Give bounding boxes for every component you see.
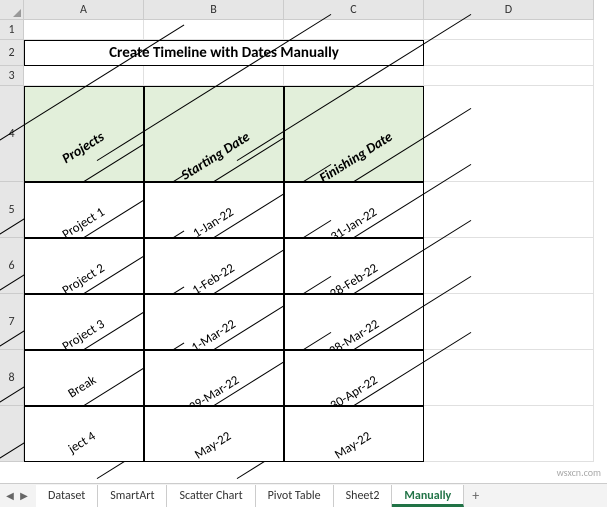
row-header-3[interactable]: 3	[0, 66, 24, 86]
cell-c8[interactable]: 29-Mar-22	[144, 350, 284, 406]
header-starting-date[interactable]: Starting Date	[144, 86, 284, 182]
cell-c9-value: May-22	[192, 429, 234, 463]
watermark: wsxcn.com	[557, 466, 601, 479]
cell-e8[interactable]	[424, 350, 594, 406]
select-all-corner[interactable]	[0, 0, 24, 20]
cell-b6[interactable]: Project 2	[24, 238, 144, 294]
tab-pivot-table[interactable]: Pivot Table	[256, 485, 334, 507]
header-projects-label: Projects	[59, 128, 107, 167]
cell-d3[interactable]	[424, 66, 594, 86]
cell-d6[interactable]: 28-Feb-22	[284, 238, 424, 294]
cell-b8-value: Break	[66, 373, 99, 402]
cell-a3[interactable]	[24, 66, 144, 86]
cell-c3[interactable]	[284, 66, 424, 86]
tab-dataset[interactable]: Dataset	[36, 485, 98, 507]
header-projects[interactable]: Projects	[24, 86, 144, 182]
cell-d5[interactable]: 31-Jan-22	[284, 182, 424, 238]
col-header-d[interactable]: D	[424, 0, 594, 20]
tab-nav-prev[interactable]: ◀	[4, 488, 16, 504]
cell-e6[interactable]	[424, 238, 594, 294]
header-finishing-label: Finishing Date	[316, 128, 395, 186]
tab-smartart[interactable]: SmartArt	[98, 485, 167, 507]
col-header-b[interactable]: B	[144, 0, 284, 20]
cell-e2[interactable]	[424, 40, 594, 66]
cell-e4[interactable]	[424, 86, 594, 182]
cell-e9[interactable]	[424, 406, 594, 462]
cell-b7[interactable]: Project 3	[24, 294, 144, 350]
add-sheet-button[interactable]: +	[464, 484, 487, 507]
tab-nav-next[interactable]: ▶	[18, 488, 30, 504]
cell-e5[interactable]	[424, 182, 594, 238]
title-cell[interactable]: Create Timeline with Dates Manually	[24, 40, 424, 66]
cell-c5[interactable]: 1-Jan-22	[144, 182, 284, 238]
tab-sheet2[interactable]: Sheet2	[334, 485, 393, 507]
cell-d1[interactable]	[424, 20, 594, 40]
header-finishing-date[interactable]: Finishing Date	[284, 86, 424, 182]
cell-b9-value: ject 4	[66, 429, 99, 457]
cell-c9[interactable]: May-22	[144, 406, 284, 462]
cell-d9-value: May-22	[332, 429, 374, 463]
cell-c6[interactable]: 1-Feb-22	[144, 238, 284, 294]
cell-b5[interactable]: Project 1	[24, 182, 144, 238]
spreadsheet-grid: A B C D 1 2 Create Timeline with Dates M…	[0, 0, 607, 462]
sheet-tabs: ◀ ▶ Dataset SmartArt Scatter Chart Pivot…	[0, 483, 607, 507]
col-header-c[interactable]: C	[284, 0, 424, 20]
cell-d8[interactable]: 30-Apr-22	[284, 350, 424, 406]
row-header-4[interactable]: 4	[0, 86, 24, 182]
cell-e7[interactable]	[424, 294, 594, 350]
cell-b3[interactable]	[144, 66, 284, 86]
tab-scatter-chart[interactable]: Scatter Chart	[167, 485, 255, 507]
col-header-a[interactable]: A	[24, 0, 144, 20]
row-header-1[interactable]: 1	[0, 20, 24, 40]
row-header-2[interactable]: 2	[0, 40, 24, 66]
cell-b8[interactable]: Break	[24, 350, 144, 406]
tab-manually[interactable]: Manually	[392, 485, 464, 507]
cell-d7[interactable]: 28-Mar-22	[284, 294, 424, 350]
cell-a1[interactable]	[24, 20, 144, 40]
cell-c7[interactable]: 1-Mar-22	[144, 294, 284, 350]
cell-b9[interactable]: ject 4	[24, 406, 144, 462]
cell-d9[interactable]: May-22	[284, 406, 424, 462]
